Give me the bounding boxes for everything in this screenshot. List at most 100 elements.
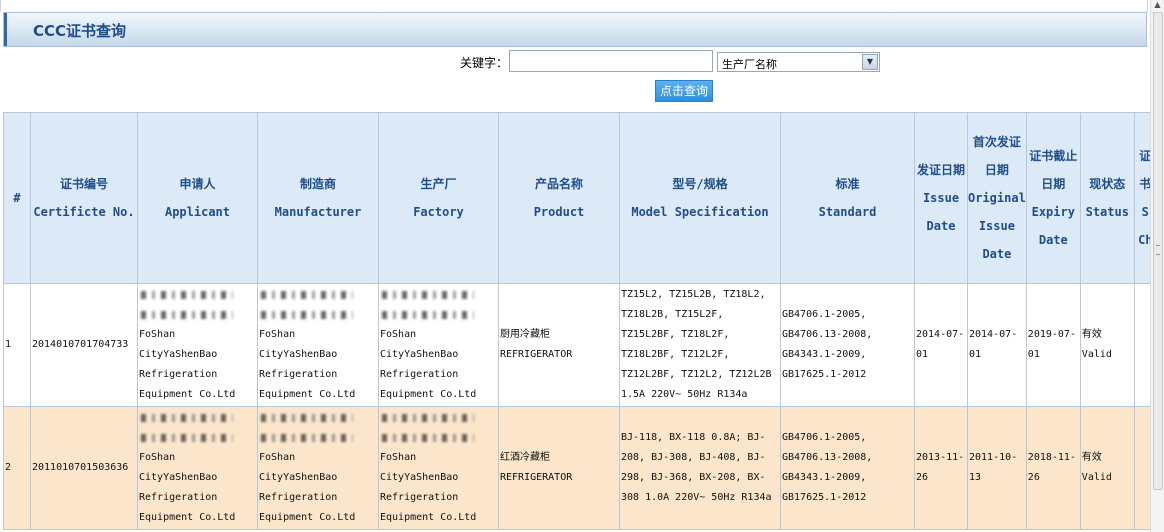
redacted-text [259,408,378,428]
model-line: 208, BJ-308, BJ-408, BJ- [621,452,766,463]
original-date-cell: 2014-07- 01 [967,283,1027,407]
table-row[interactable]: 1 2014010701704733 FoShan CityYaShenBao Refr… [3,283,1157,407]
column-header-cn: 首次发证日期 [972,135,1021,177]
standard-line: GB4706.1-2005, [782,309,867,320]
column-header-cn: 申请人 [179,177,216,191]
manufacturer-line: CityYaShenBao [259,349,338,360]
scroll-up-icon[interactable]: ▲ [1151,0,1164,10]
column-header-cn: # [13,191,21,205]
manufacturer-cell: FoShan CityYaShenBao Refrigeration Equipmen… [257,406,379,530]
column-header-en: Factory [413,205,464,219]
column-header: 制造商 Manufacturer [257,112,379,284]
column-header: 发证日期 Issue Date [914,112,968,284]
factory-line: CityYaShenBao [380,349,459,360]
column-header-cn: 制造商 [299,177,336,191]
manufacturer-line: Equipment Co.Ltd [259,512,356,523]
status-line: 有效 [1081,452,1102,463]
chevron-down-icon[interactable]: ▼ [862,54,878,70]
product-line: REFRIGERATOR [500,472,573,483]
manufacturer-line: FoShan [259,329,296,340]
status-line: Valid [1081,472,1112,483]
model-line: TZ15L2BF, TZ18L2F, [621,329,730,340]
row-number-cell: 1 [3,283,31,407]
factory-line: Refrigeration [380,492,459,503]
expiry-date-line: 2018-11- [1027,452,1076,463]
product-cell: 厨用冷藏柜 REFRIGERATOR [498,283,620,407]
column-header: 现状态 Status [1079,112,1135,284]
model-cell: TZ15L2, TZ15L2B, TZ18L2, TZ18L2B, TZ15L2F… [619,283,781,407]
factory-cell: FoShan CityYaShenBao Refrigeration Equipmen… [378,283,499,407]
issue-date-cell: 2014-07- 01 [914,283,968,407]
header-accent-bar [4,13,7,46]
applicant-line: CityYaShenBao [139,472,218,483]
applicant-line: Refrigeration [139,369,218,380]
original-date-line: 2014-07- [969,329,1018,340]
model-line: 308 1.0A 220V~ 50Hz R134a [621,492,772,503]
column-header-cn: 证书编号 [59,177,108,191]
standard-line: GB4343.1-2009, [782,472,867,483]
column-header-en: Applicant [164,205,231,219]
redacted-text [380,285,498,305]
manufacturer-line: FoShan [259,452,296,463]
expiry-date-line: 26 [1027,472,1040,483]
factory-line: FoShan [380,329,417,340]
model-line: 298, BJ-368, BX-208, BX- [621,472,766,483]
table-row[interactable]: 2 2011010701503636 FoShan CityYaShenBao Refr… [3,406,1157,530]
column-header: # [3,112,31,284]
redacted-text [139,408,257,428]
original-date-line: 01 [969,349,982,360]
model-line: TZ15L2, TZ15L2B, TZ18L2, [621,289,766,300]
status-line: 有效 [1081,329,1102,340]
product-cell: 红酒冷藏柜 REFRIGERATOR [498,406,620,530]
redacted-text [259,428,378,448]
row-number-cell: 2 [3,406,31,530]
model-line: TZ18L2BF, TZ12L2F, [621,349,730,360]
issue-date-line: 26 [916,472,929,483]
factory-cell: FoShan CityYaShenBao Refrigeration Equipmen… [378,406,499,530]
certificate-table: # 证书编号 Certificte No. 申请人 Applicant 制造商 Manufa… [3,112,1157,530]
standard-line: GB17625.1-2012 [782,492,867,503]
original-date-line: 2011-10- [969,452,1018,463]
column-header-cn: 现状态 [1089,177,1126,191]
applicant-line: FoShan [139,452,176,463]
column-header-cn: 产品名称 [534,177,583,191]
manufacturer-cell: FoShan CityYaShenBao Refrigeration Equipmen… [257,283,379,407]
column-header-en: Issue Date [922,191,960,233]
column-header: 产品名称 Product [498,112,620,284]
column-header: 标准 Standard [780,112,915,284]
keyword-input[interactable] [509,50,713,72]
column-header: 首次发证日期 Original Issue Date [967,112,1027,284]
standard-line: GB4343.1-2009, [782,349,867,360]
status-cell: 有效 Valid [1079,406,1135,530]
column-header-cn: 证书截止日期 [1029,149,1078,191]
redacted-text [380,305,498,325]
status-line: Valid [1081,349,1112,360]
standard-cell: GB4706.1-2005, GB4706.13-2008, GB4343.1-20… [780,283,915,407]
expiry-date-line: 2019-07- [1027,329,1076,340]
model-line: TZ18L2B, TZ15L2F, [621,309,724,320]
model-line: TZ12L2BF, TZ12L2, TZ12L2B [621,369,772,380]
redacted-text [139,305,257,325]
redacted-text [380,428,498,448]
search-bar: 关键字： 生产厂名称 ▼ 点击查询 [0,48,1148,108]
query-button[interactable]: 点击查询 [655,80,713,102]
column-header-cn: 发证日期 [916,163,965,177]
vertical-scrollbar[interactable]: ▲ [1150,0,1164,532]
column-header-cn: 型号/规格 [672,177,728,191]
factory-line: FoShan [380,452,417,463]
column-header-en: Manufacturer [274,205,362,219]
scrollbar-thumb[interactable] [1153,12,1163,490]
manufacturer-line: Refrigeration [259,492,338,503]
window-frame [0,0,1148,12]
column-header-en: Certificte No. [33,205,135,219]
expiry-date-cell: 2018-11- 26 [1025,406,1081,530]
standard-line: GB4706.13-2008, [782,452,873,463]
applicant-line: Equipment Co.Ltd [139,389,236,400]
search-field-select[interactable]: 生产厂名称 ▼ [717,52,880,72]
column-header: 申请人 Applicant [137,112,258,284]
product-line: REFRIGERATOR [500,349,573,360]
applicant-cell: FoShan CityYaShenBao Refrigeration Equipmen… [137,406,258,530]
column-header-en: Product [533,205,585,219]
column-header-en: Expiry Date [1031,205,1075,247]
model-cell: BJ-118, BX-118 0.8A; BJ- 208, BJ-308, BJ-… [619,406,781,530]
